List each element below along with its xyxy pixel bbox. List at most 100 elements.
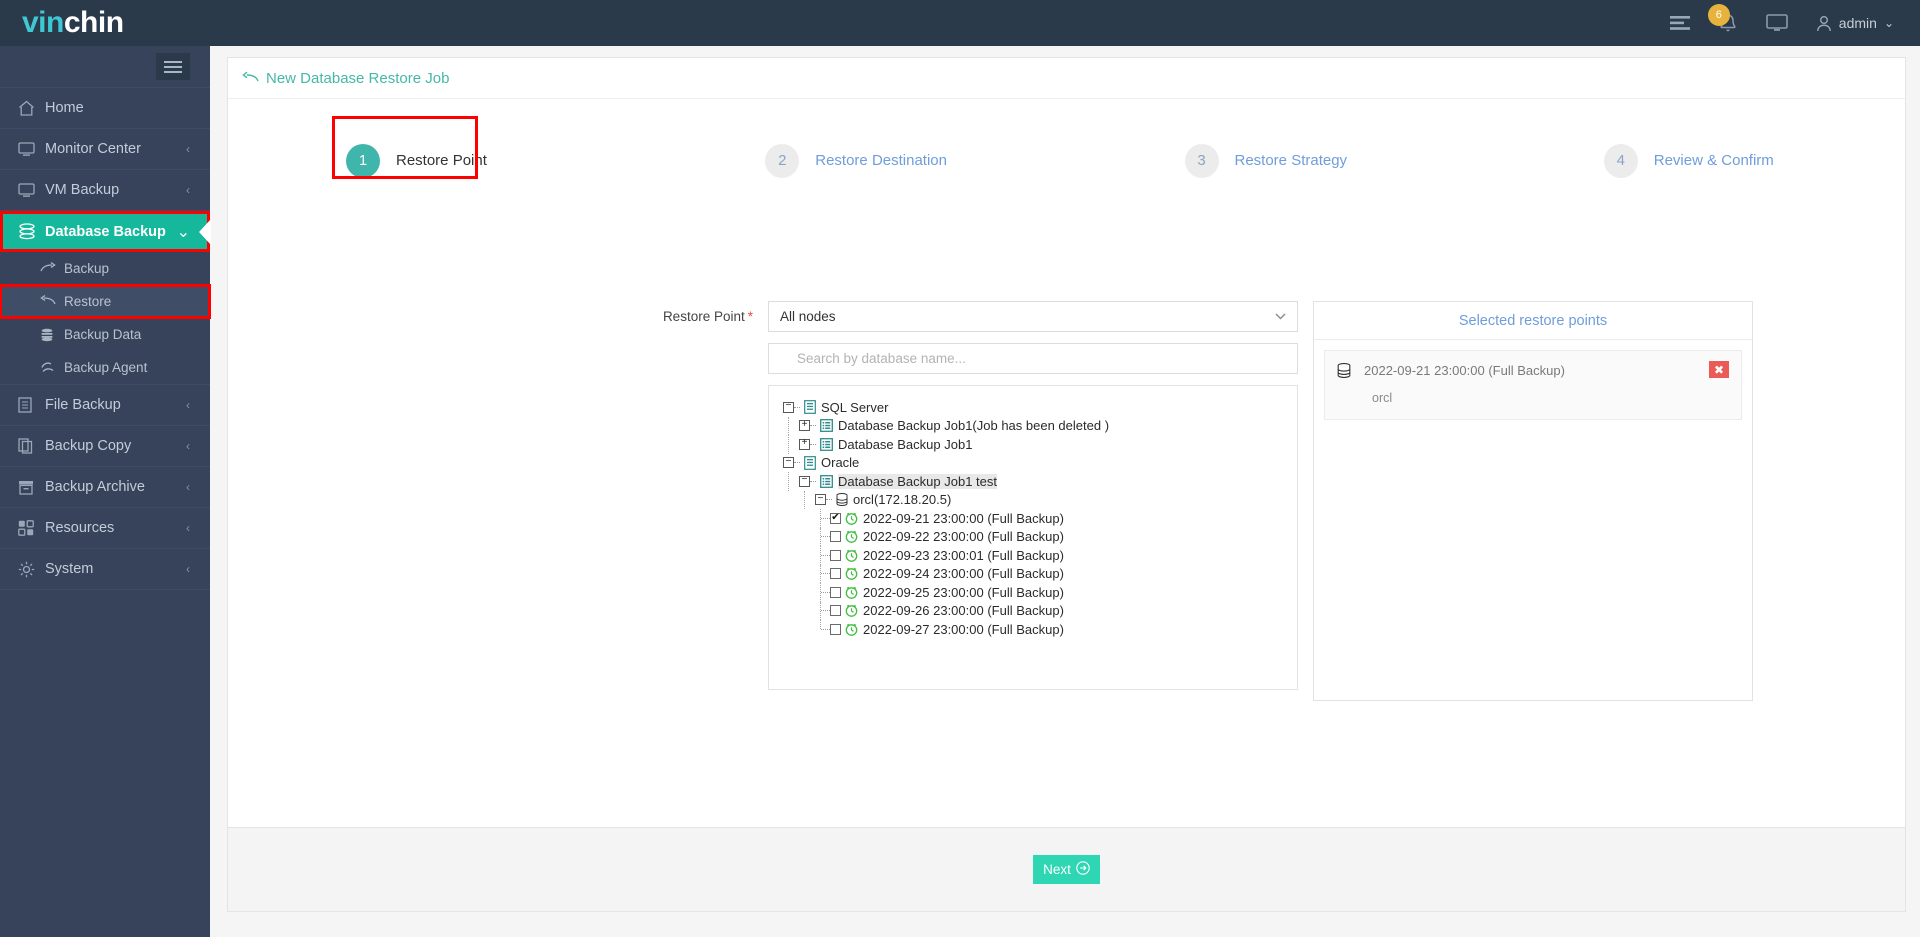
tree-node-label: 2022-09-24 23:00:00 (Full Backup) xyxy=(863,566,1064,582)
monitor-icon xyxy=(18,141,45,157)
tree-leaf-restore-point[interactable]: 2022-09-22 23:00:00 (Full Backup) xyxy=(783,527,1297,546)
gear-icon xyxy=(18,561,45,578)
database-icon xyxy=(836,493,848,507)
tree-connector xyxy=(821,536,830,538)
restore-point-checkbox[interactable] xyxy=(830,605,841,617)
tree-rail xyxy=(820,620,821,629)
clock-icon xyxy=(845,530,858,544)
selected-restore-point-card[interactable]: 2022-09-21 23:00:00 (Full Backup) ✖ orcl xyxy=(1324,350,1742,420)
tree-leaf-restore-point[interactable]: 2022-09-24 23:00:00 (Full Backup) xyxy=(783,564,1297,583)
tree-node-label: 2022-09-21 23:00:00 (Full Backup) xyxy=(863,510,1064,526)
sidebar-subitem-backup[interactable]: Backup xyxy=(0,252,210,285)
logo-part-1: vin xyxy=(22,6,64,39)
breadcrumb[interactable]: New Database Restore Job xyxy=(228,58,1905,99)
top-bar-actions: 6 admin ⌄ xyxy=(1669,3,1920,34)
tree-toggle-icon[interactable]: + xyxy=(799,438,810,450)
step-restore-point[interactable]: 1 Restore Point xyxy=(228,116,647,191)
arrow-right-circle-icon xyxy=(1076,861,1090,878)
app-logo[interactable]: vinchin xyxy=(0,8,210,38)
step-review-confirm[interactable]: 4 Review & Confirm xyxy=(1486,130,1905,191)
restore-point-checkbox[interactable] xyxy=(830,623,841,635)
tree-toggle-icon[interactable]: − xyxy=(815,494,826,506)
main-content: New Database Restore Job 1 Restore Point… xyxy=(210,46,1920,937)
monitor-icon[interactable] xyxy=(1765,14,1788,32)
chevron-left-icon: ‹ xyxy=(186,183,190,197)
sidebar-collapse-row xyxy=(0,46,210,88)
tree-node-sql-server[interactable]: − SQL Server xyxy=(783,398,1297,417)
restore-point-checkbox[interactable] xyxy=(830,586,841,598)
tree-node-orcl[interactable]: − orcl(172.18.20.5) xyxy=(783,490,1297,509)
sidebar-item-database-backup[interactable]: Database Backup ⌄ xyxy=(0,211,211,252)
restore-point-checkbox[interactable]: ✔ xyxy=(830,512,841,524)
sidebar-subitem-label: Backup Data xyxy=(64,327,142,342)
tree-toggle-icon[interactable]: − xyxy=(783,457,794,469)
sidebar-item-label: Resources xyxy=(45,520,115,536)
clock-icon xyxy=(845,604,858,618)
tree-leaf-restore-point[interactable]: 2022-09-26 23:00:00 (Full Backup) xyxy=(783,601,1297,620)
tree-leaf-restore-point[interactable]: 2022-09-27 23:00:00 (Full Backup) xyxy=(783,620,1297,639)
sidebar-item-system[interactable]: System ‹ xyxy=(0,549,210,590)
sidebar-item-backup-copy[interactable]: Backup Copy ‹ xyxy=(0,426,210,467)
tree-node-job1-test[interactable]: − Database Backup Job1 test xyxy=(783,472,1297,491)
sidebar-item-vm-backup[interactable]: VM Backup ‹ xyxy=(0,170,210,211)
step-indicator: 1 Restore Point 2 Restore Destination 3 … xyxy=(228,99,1905,191)
sidebar-item-label: Monitor Center xyxy=(45,141,141,157)
user-icon xyxy=(1816,15,1831,31)
next-button-label: Next xyxy=(1043,862,1071,877)
restore-point-checkbox[interactable] xyxy=(830,568,841,580)
chevron-left-icon: ‹ xyxy=(186,398,190,412)
chevron-down-icon xyxy=(1275,311,1286,323)
tree-connector xyxy=(821,628,830,630)
tree-node-job1[interactable]: + Database Backup Job1 xyxy=(783,435,1297,454)
sidebar-item-monitor-center[interactable]: Monitor Center ‹ xyxy=(0,129,210,170)
sidebar-item-home[interactable]: Home xyxy=(0,88,210,129)
step-restore-destination[interactable]: 2 Restore Destination xyxy=(647,130,1066,191)
remove-restore-point-button[interactable]: ✖ xyxy=(1709,361,1729,378)
job-list-icon xyxy=(820,437,833,451)
sidebar-subitem-label: Restore xyxy=(64,294,112,309)
sidebar-subitem-restore[interactable]: Restore xyxy=(0,284,211,319)
search-database-box[interactable] xyxy=(768,343,1298,374)
sidebar-item-file-backup[interactable]: File Backup ‹ xyxy=(0,385,210,426)
hamburger-icon[interactable] xyxy=(156,53,190,80)
tree-toggle-icon[interactable]: − xyxy=(783,401,794,413)
tree-leaf-restore-point[interactable]: ✔ 2022-09-21 23:00:00 (Full Backup) xyxy=(783,509,1297,528)
clock-icon xyxy=(845,567,858,581)
server-icon xyxy=(804,400,816,415)
username-label: admin xyxy=(1838,15,1877,31)
tree-leaf-restore-point[interactable]: 2022-09-23 23:00:01 (Full Backup) xyxy=(783,546,1297,565)
chevron-left-icon: ‹ xyxy=(186,521,190,535)
user-menu[interactable]: admin ⌄ xyxy=(1816,15,1894,32)
restore-point-label: Restore Point * xyxy=(658,309,753,324)
tree-node-oracle[interactable]: − Oracle xyxy=(783,454,1297,473)
node-select[interactable]: All nodes xyxy=(768,301,1298,332)
restore-point-label-text: Restore Point xyxy=(662,309,745,324)
tree-toggle-icon[interactable]: + xyxy=(799,420,810,432)
selected-card-header: 2022-09-21 23:00:00 (Full Backup) ✖ xyxy=(1337,361,1729,378)
tree-connector xyxy=(821,591,830,593)
sidebar-subitem-backup-data[interactable]: Backup Data xyxy=(0,318,210,351)
restore-point-checkbox[interactable] xyxy=(830,531,841,543)
tree-node-job1-deleted[interactable]: + Database Backup Job1(Job has been dele… xyxy=(783,416,1297,435)
notifications-bell[interactable]: 6 xyxy=(1707,3,1738,34)
step-restore-strategy[interactable]: 3 Restore Strategy xyxy=(1067,130,1486,191)
tree-node-label: Database Backup Job1 test xyxy=(838,473,997,489)
clock-icon xyxy=(845,586,858,599)
sidebar-item-backup-archive[interactable]: Backup Archive ‹ xyxy=(0,467,210,508)
sidebar-subitem-backup-agent[interactable]: Backup Agent xyxy=(0,351,210,384)
sidebar-item-resources[interactable]: Resources ‹ xyxy=(0,508,210,549)
sidebar-subitem-label: Backup xyxy=(64,261,110,276)
restore-point-checkbox[interactable] xyxy=(830,549,841,561)
job-list-icon xyxy=(820,419,833,433)
tree-node-label: 2022-09-26 23:00:00 (Full Backup) xyxy=(863,603,1064,619)
search-input[interactable] xyxy=(780,350,1286,367)
tree-toggle-icon[interactable]: − xyxy=(799,475,810,487)
selected-card-title: 2022-09-21 23:00:00 (Full Backup) xyxy=(1364,363,1565,378)
backup-arrow-icon xyxy=(40,262,64,275)
notification-badge: 6 xyxy=(1707,3,1730,26)
database-tree-panel[interactable]: − SQL Server + Database Backup Job1(Job … xyxy=(768,385,1298,690)
next-button[interactable]: Next xyxy=(1033,855,1100,884)
back-arrow-icon[interactable] xyxy=(242,71,259,85)
list-icon[interactable] xyxy=(1669,15,1690,31)
tree-leaf-restore-point[interactable]: 2022-09-25 23:00:00 (Full Backup) xyxy=(783,583,1297,602)
